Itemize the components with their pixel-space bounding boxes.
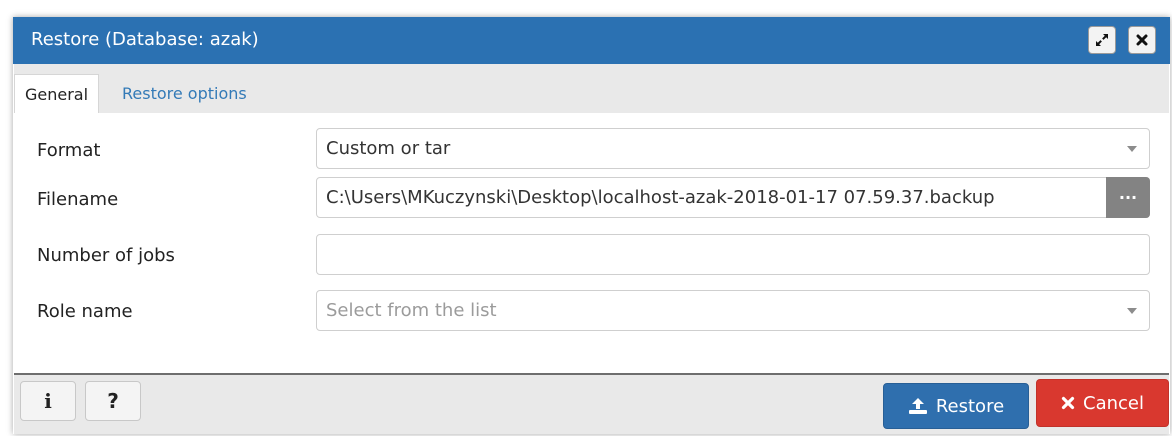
close-button[interactable] (1128, 26, 1156, 54)
chevron-down-icon (1127, 146, 1137, 152)
upload-icon (908, 398, 927, 414)
format-value: Custom or tar (326, 138, 451, 159)
jobs-label: Number of jobs (37, 245, 175, 266)
help-button[interactable]: ? (85, 381, 141, 421)
info-icon: i (44, 389, 52, 413)
browse-file-button[interactable]: ··· (1106, 177, 1150, 218)
dialog-titlebar[interactable]: Restore (Database: azak) (13, 17, 1170, 64)
tab-restore-options[interactable]: Restore options (112, 74, 257, 113)
filename-label: Filename (37, 189, 119, 210)
cancel-label: Cancel (1083, 392, 1144, 414)
maximize-icon (1096, 34, 1108, 46)
jobs-input[interactable] (316, 234, 1150, 275)
dialog-title: Restore (Database: azak) (31, 29, 259, 50)
dialog-footer: i ? Restore Cancel (14, 373, 1169, 434)
close-icon (1136, 34, 1148, 46)
filename-field[interactable]: C:\Users\MKuczynski\Desktop\localhost-az… (316, 177, 1150, 218)
role-label: Role name (37, 301, 133, 322)
restore-label: Restore (935, 395, 1005, 417)
role-select[interactable]: Select from the list (316, 290, 1150, 331)
restore-dialog: Restore (Database: azak) General Restore… (13, 17, 1170, 434)
cancel-button[interactable]: Cancel (1036, 379, 1169, 427)
ellipsis-icon: ··· (1118, 188, 1138, 207)
filename-value: C:\Users\MKuczynski\Desktop\localhost-az… (326, 187, 995, 208)
tab-general[interactable]: General (14, 74, 100, 113)
help-icon: ? (107, 389, 119, 413)
close-icon (1061, 396, 1075, 410)
format-select[interactable]: Custom or tar (316, 128, 1150, 169)
role-placeholder: Select from the list (326, 300, 497, 321)
format-label: Format (37, 140, 101, 161)
info-button[interactable]: i (20, 381, 76, 421)
chevron-down-icon (1127, 308, 1137, 314)
maximize-button[interactable] (1088, 26, 1116, 54)
restore-button[interactable]: Restore (883, 383, 1029, 429)
tab-bar: General Restore options (14, 64, 1169, 113)
